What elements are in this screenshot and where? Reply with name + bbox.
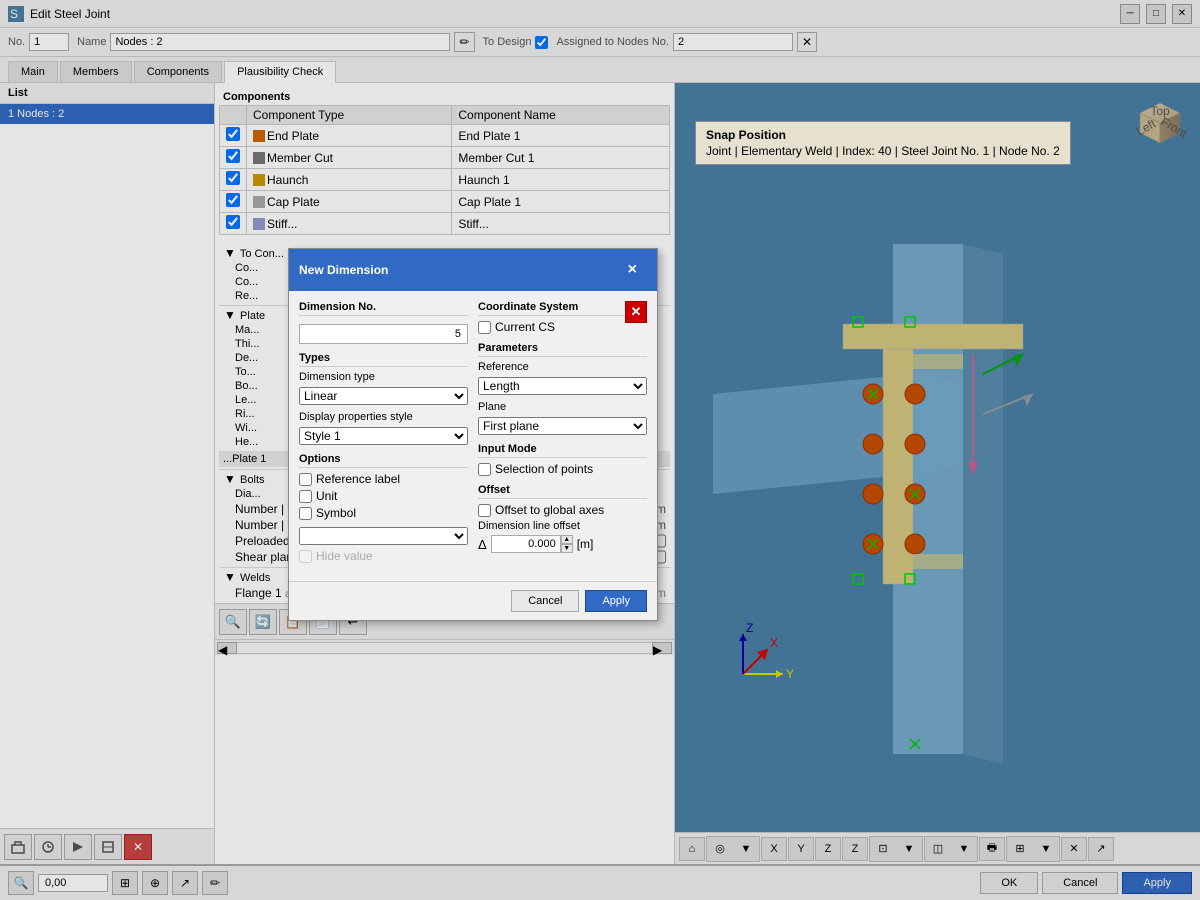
modal-close-button[interactable]: ×	[618, 255, 647, 285]
types-section: Types Dimension type Linear Angular Arc …	[299, 352, 468, 445]
symbol-label-text: Symbol	[316, 506, 356, 520]
hide-value-label-text: Hide value	[316, 549, 373, 563]
plane-select[interactable]: First plane Second plane	[478, 417, 647, 435]
offset-title: Offset	[478, 484, 647, 499]
modal-overlay: New Dimension × Dimension No.	[0, 0, 1200, 900]
dimension-no-input[interactable]	[299, 324, 468, 344]
display-style-row: Display properties style	[299, 411, 468, 423]
plane-row: Plane	[478, 401, 647, 413]
ref-label-checkbox[interactable]	[299, 473, 312, 486]
offset-spin-buttons: ▲ ▼	[561, 535, 573, 553]
offset-unit: [m]	[577, 537, 594, 551]
parameters-title: Parameters	[478, 342, 647, 357]
options-title: Options	[299, 453, 468, 468]
offset-global-row: Offset to global axes	[478, 503, 647, 517]
coord-sys-title: Coordinate System	[478, 301, 647, 316]
ref-label-text: Reference label	[316, 472, 400, 486]
selection-points-label: Selection of points	[495, 462, 593, 476]
parameter-delete-button[interactable]: ✕	[625, 301, 647, 323]
display-style-select[interactable]: Style 1 Style 2	[299, 427, 468, 445]
modal-title-text: New Dimension	[299, 263, 388, 277]
offset-section: Offset Offset to global axes Dimension l…	[478, 484, 647, 553]
reference-label: Reference	[478, 361, 588, 373]
unit-label-text: Unit	[316, 489, 337, 503]
current-cs-checkbox[interactable]	[478, 321, 491, 334]
modal-apply-button[interactable]: Apply	[585, 590, 647, 612]
dim-line-offset-label: Dimension line offset	[478, 520, 588, 532]
offset-spin-down[interactable]: ▼	[561, 544, 573, 553]
dimension-type-select[interactable]: Linear Angular Arc	[299, 387, 468, 405]
dimension-no-section: Dimension No.	[299, 301, 468, 344]
options-section: Options Reference label Unit Symbol	[299, 453, 468, 563]
display-style-label: Display properties style	[299, 411, 413, 423]
symbol-checkbox[interactable]	[299, 507, 312, 520]
modal-right-col: ✕ Coordinate System Current CS Parameter…	[478, 301, 647, 571]
modal-title-bar: New Dimension ×	[289, 249, 657, 291]
reference-select[interactable]: Length Angle	[478, 377, 647, 395]
options-extra-select[interactable]	[299, 527, 468, 545]
modal-cancel-button[interactable]: Cancel	[511, 590, 579, 612]
dimension-type-label: Dimension type	[299, 371, 409, 383]
hide-value-row: Hide value	[299, 549, 468, 563]
modal-left-col: Dimension No. Types Dimension type Linea…	[299, 301, 468, 571]
offset-global-label: Offset to global axes	[495, 503, 604, 517]
input-mode-title: Input Mode	[478, 443, 647, 458]
unit-checkbox[interactable]	[299, 490, 312, 503]
dim-line-offset-input-row: Δ ▲ ▼ [m]	[478, 535, 647, 553]
dim-line-offset-row: Dimension line offset	[478, 520, 647, 532]
coord-sys-section: Coordinate System Current CS	[478, 301, 647, 334]
offset-input-group: ▲ ▼	[491, 535, 573, 553]
current-cs-row: Current CS	[478, 320, 647, 334]
dimension-type-row: Dimension type	[299, 371, 468, 383]
selection-points-row: Selection of points	[478, 462, 647, 476]
selection-points-checkbox[interactable]	[478, 463, 491, 476]
current-cs-label: Current CS	[495, 320, 555, 334]
symbol-row: Symbol	[299, 506, 468, 520]
input-mode-section: Input Mode Selection of points	[478, 443, 647, 476]
plane-label: Plane	[478, 401, 588, 413]
dimension-no-title: Dimension No.	[299, 301, 468, 316]
offset-value-input[interactable]	[491, 535, 561, 553]
unit-row: Unit	[299, 489, 468, 503]
modal-two-col: Dimension No. Types Dimension type Linea…	[299, 301, 647, 571]
modal-footer: Cancel Apply	[289, 581, 657, 620]
reference-row: Reference	[478, 361, 647, 373]
ref-label-row: Reference label	[299, 472, 468, 486]
delta-symbol: Δ	[478, 537, 487, 552]
modal-body: Dimension No. Types Dimension type Linea…	[289, 291, 657, 581]
offset-global-checkbox[interactable]	[478, 504, 491, 517]
offset-spin-up[interactable]: ▲	[561, 535, 573, 544]
parameters-section: Parameters Reference Length Angle Plane	[478, 342, 647, 435]
new-dimension-dialog: New Dimension × Dimension No.	[288, 248, 658, 621]
hide-value-checkbox[interactable]	[299, 550, 312, 563]
types-title: Types	[299, 352, 468, 367]
